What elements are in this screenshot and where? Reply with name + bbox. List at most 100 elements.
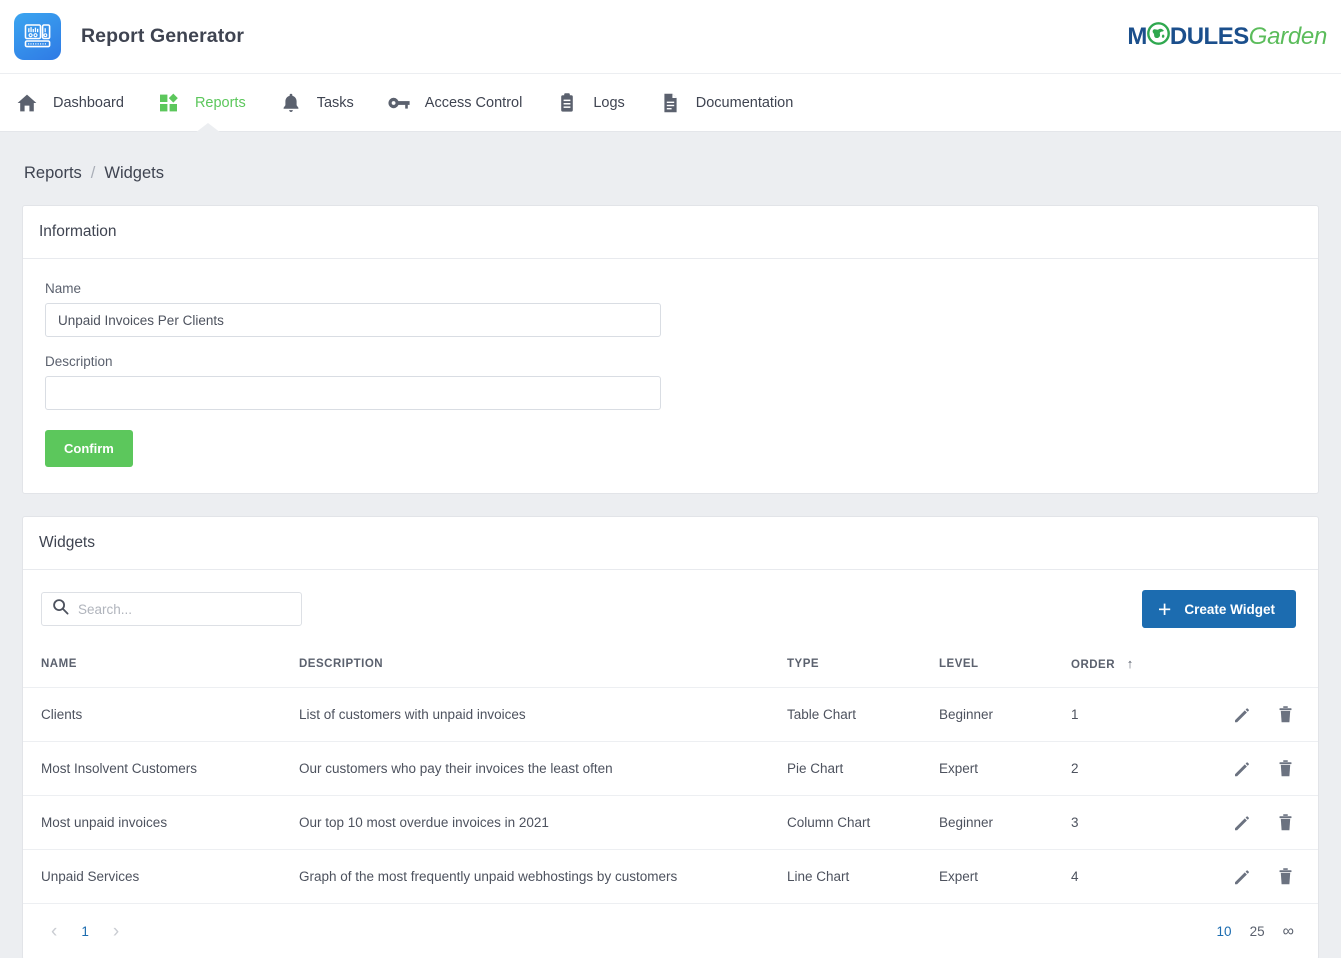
cell-description: Graph of the most frequently unpaid webh…	[291, 850, 779, 904]
nav-item-documentation[interactable]: Documentation	[657, 74, 808, 132]
cell-name: Unpaid Services	[23, 850, 291, 904]
nav-label-dashboard: Dashboard	[53, 95, 124, 111]
widgets-table: NAME DESCRIPTION TYPE LEVEL ORDER ↑ Clie…	[23, 646, 1318, 903]
search-input[interactable]	[78, 602, 291, 617]
brand-text-m: M	[1127, 23, 1147, 51]
nav-item-reports[interactable]: Reports	[156, 74, 260, 132]
cell-order: 3	[1063, 796, 1211, 850]
app-logo	[14, 13, 61, 60]
trash-icon[interactable]	[1275, 866, 1296, 887]
nav-label-tasks: Tasks	[317, 95, 354, 111]
cell-order: 1	[1063, 688, 1211, 742]
trash-icon[interactable]	[1275, 758, 1296, 779]
plus-icon: +	[1158, 598, 1171, 621]
cell-type: Line Chart	[779, 850, 931, 904]
information-panel-title: Information	[23, 206, 1318, 259]
nav-label-logs: Logs	[593, 95, 624, 111]
breadcrumb-reports[interactable]: Reports	[24, 164, 82, 183]
cell-actions	[1211, 796, 1318, 850]
page-size-25[interactable]: 25	[1250, 924, 1265, 939]
table-row[interactable]: Most unpaid invoices Our top 10 most ove…	[23, 796, 1318, 850]
information-panel-body: Name Description Confirm	[23, 259, 1318, 493]
column-header-description[interactable]: DESCRIPTION	[291, 646, 779, 688]
top-header-bar: Report Generator M DULES Garden	[0, 0, 1341, 74]
cell-type: Column Chart	[779, 796, 931, 850]
search-box[interactable]	[41, 592, 302, 626]
pencil-icon[interactable]	[1232, 812, 1253, 833]
table-header-row: NAME DESCRIPTION TYPE LEVEL ORDER ↑	[23, 646, 1318, 688]
search-icon	[52, 598, 69, 620]
bell-icon	[278, 90, 304, 116]
main-navigation: Dashboard Reports Tasks	[0, 74, 1341, 132]
cell-level: Expert	[931, 742, 1063, 796]
cell-order: 2	[1063, 742, 1211, 796]
key-icon	[386, 90, 412, 116]
name-field-group: Name	[45, 281, 1296, 337]
app-title: Report Generator	[81, 25, 244, 48]
cell-actions	[1211, 742, 1318, 796]
page-number-1[interactable]: 1	[71, 920, 99, 943]
cell-level: Beginner	[931, 796, 1063, 850]
pencil-icon[interactable]	[1232, 704, 1253, 725]
cell-description: List of customers with unpaid invoices	[291, 688, 779, 742]
chevron-left-icon[interactable]: ‹	[37, 918, 71, 945]
globe-icon	[1147, 22, 1170, 52]
widgets-table-head: NAME DESCRIPTION TYPE LEVEL ORDER ↑	[23, 646, 1318, 688]
nav-label-access-control: Access Control	[425, 95, 523, 111]
widgets-toolbar: + Create Widget	[23, 570, 1318, 646]
column-header-type[interactable]: TYPE	[779, 646, 931, 688]
page-content: Reports / Widgets Information Name Descr…	[0, 132, 1341, 957]
table-row[interactable]: Unpaid Services Graph of the most freque…	[23, 850, 1318, 904]
pencil-icon[interactable]	[1232, 758, 1253, 779]
report-chart-icon	[23, 22, 52, 51]
description-input[interactable]	[45, 376, 661, 410]
column-header-order[interactable]: ORDER ↑	[1063, 646, 1211, 688]
name-label: Name	[45, 281, 1296, 296]
column-header-level[interactable]: LEVEL	[931, 646, 1063, 688]
widgets-panel-title: Widgets	[23, 517, 1318, 570]
cell-description: Our customers who pay their invoices the…	[291, 742, 779, 796]
active-tab-indicator	[195, 123, 221, 133]
description-label: Description	[45, 354, 1296, 369]
cell-name: Clients	[23, 688, 291, 742]
column-header-name[interactable]: NAME	[23, 646, 291, 688]
page-size-selector: 10 25 ∞	[1217, 923, 1296, 941]
name-input[interactable]	[45, 303, 661, 337]
sort-ascending-icon: ↑	[1127, 656, 1134, 671]
home-icon	[14, 90, 40, 116]
nav-item-access-control[interactable]: Access Control	[386, 74, 537, 132]
trash-icon[interactable]	[1275, 704, 1296, 725]
column-header-order-label: ORDER	[1071, 659, 1115, 671]
widgets-panel: Widgets + Create Widget NAME	[22, 516, 1319, 958]
table-row[interactable]: Most Insolvent Customers Our customers w…	[23, 742, 1318, 796]
description-field-group: Description	[45, 354, 1296, 410]
nav-item-dashboard[interactable]: Dashboard	[14, 74, 138, 132]
chevron-right-icon[interactable]: ›	[99, 918, 133, 945]
cell-order: 4	[1063, 850, 1211, 904]
trash-icon[interactable]	[1275, 812, 1296, 833]
confirm-button[interactable]: Confirm	[45, 430, 133, 467]
cell-name: Most unpaid invoices	[23, 796, 291, 850]
widgets-table-body: Clients List of customers with unpaid in…	[23, 688, 1318, 904]
page-size-all-icon[interactable]: ∞	[1283, 923, 1296, 941]
nav-item-logs[interactable]: Logs	[554, 74, 638, 132]
nav-item-tasks[interactable]: Tasks	[278, 74, 368, 132]
cell-type: Table Chart	[779, 688, 931, 742]
clipboard-icon	[554, 90, 580, 116]
cell-name: Most Insolvent Customers	[23, 742, 291, 796]
cell-level: Expert	[931, 850, 1063, 904]
nav-label-reports: Reports	[195, 95, 246, 111]
brand-text-garden: Garden	[1249, 23, 1327, 51]
document-icon	[657, 90, 683, 116]
cell-level: Beginner	[931, 688, 1063, 742]
page-size-10[interactable]: 10	[1217, 924, 1232, 939]
nav-label-documentation: Documentation	[696, 95, 794, 111]
breadcrumb-separator: /	[91, 164, 96, 183]
cell-actions	[1211, 688, 1318, 742]
breadcrumb: Reports / Widgets	[22, 132, 1319, 205]
create-widget-button[interactable]: + Create Widget	[1142, 590, 1296, 628]
grid-squares-icon	[156, 90, 182, 116]
pencil-icon[interactable]	[1232, 866, 1253, 887]
table-row[interactable]: Clients List of customers with unpaid in…	[23, 688, 1318, 742]
column-header-actions	[1211, 646, 1318, 688]
